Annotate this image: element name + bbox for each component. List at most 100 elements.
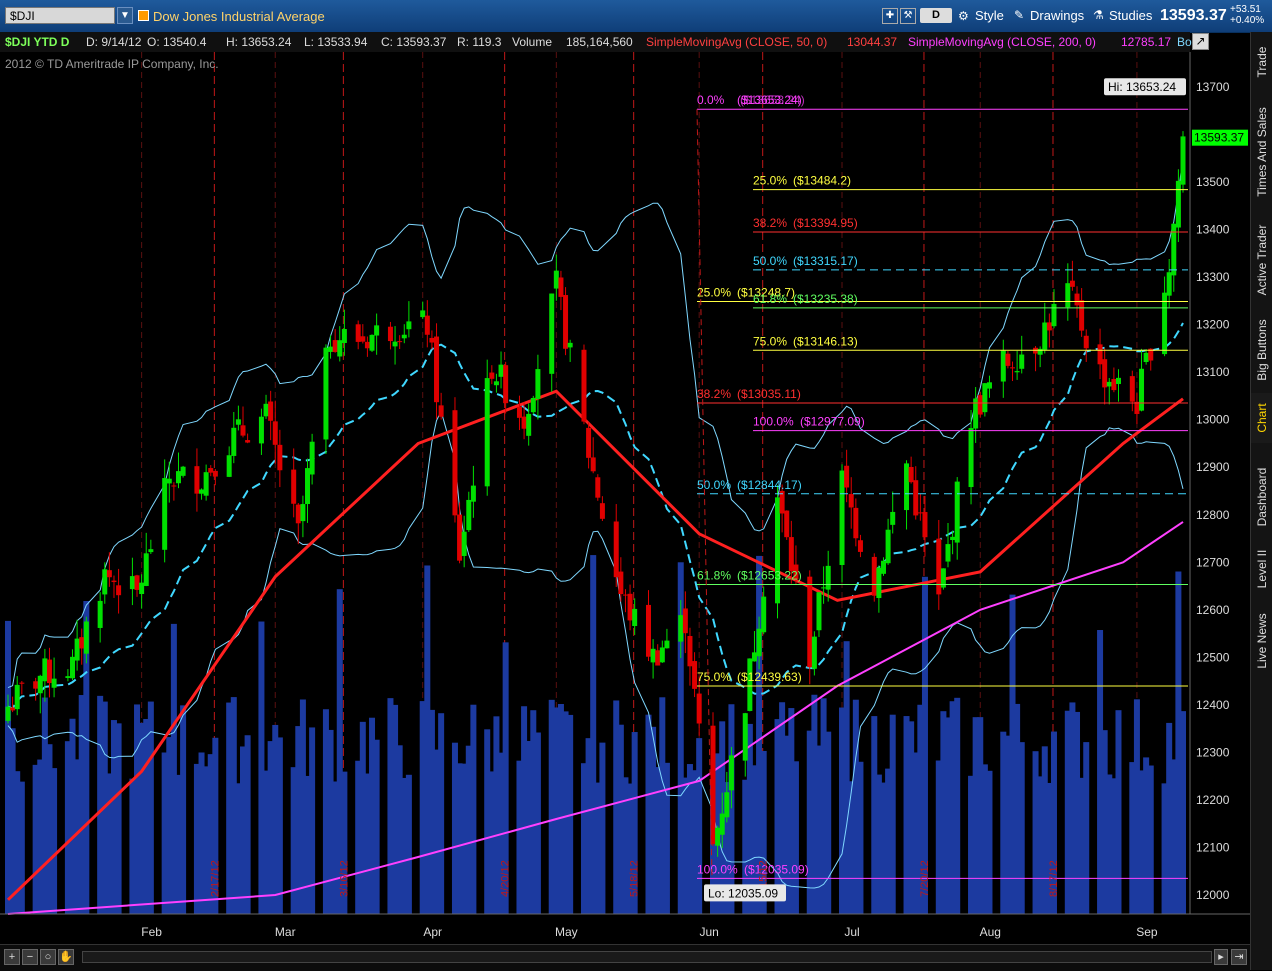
fib-level-overlap-label: ($13653.24) [740,93,805,107]
fib-level-percent: 50.0% [753,254,787,268]
sma200-study-value: 12785.17 [1121,35,1172,49]
price-chart[interactable]: 0.0% ($13653.24)25.0% ($13248.7)38.2% ($130… [0,52,1250,944]
right-side-tabs: Trade Times And Sales Active Trader Big … [1250,32,1272,970]
style-gear-icon[interactable]: ⚙ [958,9,969,23]
candle-body [323,347,329,440]
crosshair-icon[interactable]: ✚ [882,8,898,24]
zoom-in-icon[interactable]: + [4,949,20,965]
link-icon[interactable] [138,10,149,21]
tab-chart-label: Chart [1255,403,1269,433]
zoom-out-icon[interactable]: − [22,949,38,965]
bollinger-study-label[interactable]: Bo [1177,35,1192,49]
candle-body [102,569,108,595]
x-tick-label-month: Sep [1136,925,1158,939]
candle-body [1079,300,1085,331]
x-tick-label-month: Aug [980,925,1001,939]
magnifier-icon[interactable]: ○ [40,949,56,965]
candle-body [424,315,430,335]
volume-bar [405,774,412,914]
horizontal-scrollbar[interactable] [82,951,1212,963]
tab-trade[interactable]: Trade [1251,32,1272,92]
candle-body [493,381,499,386]
candle-body [664,640,670,649]
fib-level-price: ($12653.22) [737,569,802,583]
tab-active-trader[interactable]: Active Trader [1251,212,1272,307]
volume-bar [599,742,606,914]
symbol-dropdown-chevron-down-icon[interactable]: ▼ [117,7,133,24]
aggregation-button[interactable]: D [920,8,952,23]
candle-body [245,440,251,443]
candle-body [295,504,301,524]
candle-body [581,349,587,422]
candle-body [341,329,347,343]
candle-body [751,652,757,662]
volume-bar [51,768,58,914]
candle-body [848,494,854,508]
drawings-button[interactable]: Drawings [1030,7,1084,25]
pan-hand-icon[interactable]: ✋ [58,949,74,965]
date-marker-label: 4/20/12 [500,860,512,897]
studies-button[interactable]: Studies [1109,7,1152,25]
fib-level-price: ($13484.2) [793,174,851,188]
sma50-study-label[interactable]: SimpleMovingAvg (CLOSE, 50, 0) [646,35,827,49]
tab-dashboard[interactable]: Dashboard [1251,457,1272,537]
date-marker-label: 7/20/12 [919,860,931,897]
candle-body [1083,335,1089,349]
candle-body [328,346,334,352]
candle-body [300,504,306,522]
y-tick-label: 12200 [1196,793,1230,807]
candle-body [1175,180,1181,228]
volume-bar [663,762,670,914]
candle-body [535,369,541,399]
candle-body [599,503,605,519]
candle-body [977,395,983,415]
volume-bar [276,737,283,914]
volume-label: Volume [512,35,553,49]
sma200-study-label[interactable]: SimpleMovingAvg (CLOSE, 200, 0) [908,35,1096,49]
candle-body [1129,376,1135,402]
volume-bar [986,770,993,914]
candle-body [111,580,117,583]
candle-body [277,444,283,471]
wrench-icon[interactable]: ⚒ [900,8,916,24]
bar-date: D: 9/14/12 [86,35,142,49]
x-tick-label-month: Apr [423,925,442,939]
tab-times-and-sales[interactable]: Times And Sales [1251,94,1272,210]
candle-body [516,406,522,418]
tab-chart[interactable]: Chart [1251,393,1272,443]
fib-level-percent: 61.8% [753,292,787,306]
tab-live-news[interactable]: Live News [1251,601,1272,681]
candle-body [1180,136,1186,185]
candle-body [880,560,886,574]
candle-body [401,334,407,339]
style-button[interactable]: Style [975,7,1004,25]
candle-body [1000,350,1006,382]
expand-right-icon[interactable]: ⇥ [1231,949,1247,965]
candle-body [180,466,186,476]
candle-body [761,596,767,633]
candle-body [470,485,476,502]
candle-body [950,536,956,541]
candle-body [332,340,338,352]
candle-body [1102,359,1108,388]
pencil-icon[interactable]: ✎ [1014,8,1024,22]
candle-body [678,615,684,642]
x-tick-label-month: Jul [844,925,859,939]
chart-settings-icon[interactable]: ↗ [1192,33,1209,50]
candle-body [659,647,665,663]
candle-body [14,684,20,710]
candle-body [498,364,504,377]
tab-big-buttons[interactable]: Big Buttons [1251,309,1272,391]
bar-low: L: 13533.94 [304,35,368,49]
studies-flask-icon[interactable]: ⚗ [1093,8,1104,22]
candle-body [74,638,80,661]
candle-body [1037,348,1043,355]
scroll-right-icon[interactable]: ▸ [1214,949,1228,965]
tab-level-ii[interactable]: Level II [1251,539,1272,599]
candle-body [936,538,942,595]
symbol-input[interactable]: $DJI [5,7,115,24]
candle-body [1074,293,1080,306]
tab-active-trader-label: Active Trader [1255,224,1269,295]
y-tick-label: 13300 [1196,270,1230,284]
y-tick-label: 12900 [1196,460,1230,474]
